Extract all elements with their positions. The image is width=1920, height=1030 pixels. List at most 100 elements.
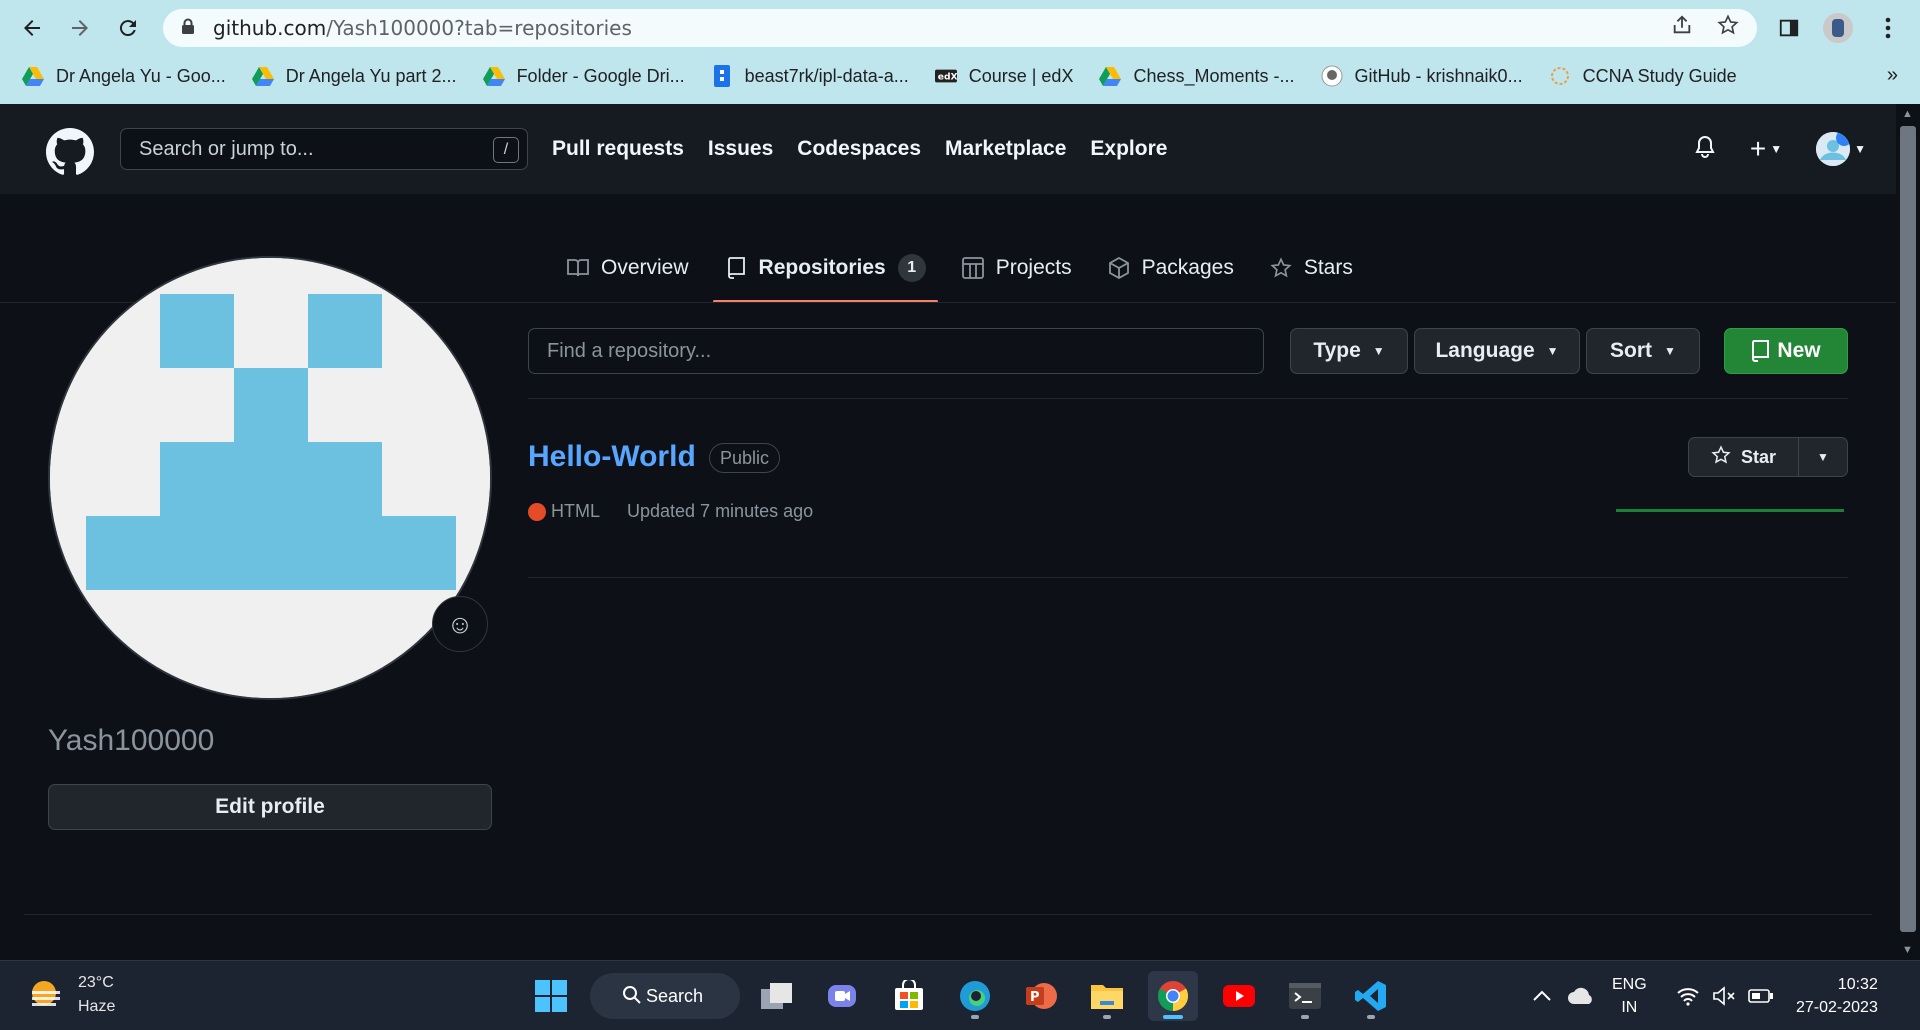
clock[interactable]: 10:32 27-02-2023 (1796, 961, 1878, 1030)
bookmark-item[interactable]: beast7rk/ipl-data-a... (711, 65, 909, 87)
loading-icon (1549, 65, 1571, 87)
reload-button[interactable] (112, 12, 144, 44)
new-repository-button[interactable]: New (1724, 328, 1848, 374)
microsoft-store-button[interactable] (884, 971, 934, 1021)
profile-avatar[interactable] (48, 256, 492, 700)
tab-stars[interactable]: Stars (1258, 245, 1365, 291)
repo-icon (725, 257, 747, 279)
bookmark-item[interactable]: Dr Angela Yu part 2... (251, 65, 457, 87)
bookmark-item[interactable]: GitHub - krishnaik0... (1321, 65, 1523, 87)
edit-profile-button[interactable]: Edit profile (48, 784, 492, 830)
battery-icon[interactable] (1748, 961, 1774, 1030)
star-lists-dropdown[interactable]: ▼ (1799, 450, 1847, 464)
nav-explore[interactable]: Explore (1090, 137, 1167, 161)
tab-repositories[interactable]: Repositories 1 (712, 245, 938, 303)
tab-overview[interactable]: Overview (555, 245, 701, 291)
nav-pull-requests[interactable]: Pull requests (552, 137, 684, 161)
user-menu-dropdown[interactable]: ▼ (1816, 132, 1866, 166)
time-text: 10:32 (1837, 976, 1878, 993)
chrome-button[interactable] (1148, 971, 1198, 1021)
start-button[interactable] (526, 971, 576, 1021)
wifi-icon[interactable] (1676, 961, 1700, 1030)
youtube-button[interactable] (1214, 971, 1264, 1021)
notifications-bell-icon[interactable] (1694, 135, 1716, 164)
more-bookmarks-button[interactable]: » (1887, 64, 1898, 87)
back-button[interactable] (16, 12, 48, 44)
nav-issues[interactable]: Issues (708, 137, 773, 161)
repo-icon (1751, 340, 1770, 362)
file-explorer-button[interactable] (1082, 971, 1132, 1021)
github-logo-icon[interactable] (46, 128, 94, 176)
bookmark-item[interactable]: Folder - Google Dri... (482, 65, 685, 87)
language-indicator[interactable]: ENG IN (1612, 961, 1647, 1030)
star-button-group: Star ▼ (1688, 437, 1848, 477)
project-icon (961, 257, 984, 279)
identicon-image (50, 258, 490, 698)
video-chat-icon (828, 985, 856, 1007)
svg-text:P: P (1030, 990, 1040, 1005)
folder-icon (1091, 985, 1123, 1009)
vscode-icon (1355, 981, 1386, 1011)
vscode-button[interactable] (1346, 971, 1396, 1021)
terminal-button[interactable] (1280, 971, 1330, 1021)
star-button[interactable]: Star (1689, 438, 1799, 476)
caret-down-icon: ▼ (1770, 142, 1783, 156)
profile-avatar-icon[interactable] (1822, 12, 1854, 44)
weather-widget[interactable]: 23°C Haze (26, 971, 115, 1019)
github-top-nav: Pull requests Issues Codespaces Marketpl… (552, 104, 1167, 194)
windows-logo-icon (535, 980, 567, 1012)
caret-down-icon: ▼ (1372, 344, 1385, 358)
address-bar[interactable]: github.com/Yash100000?tab=repositories (163, 9, 1757, 47)
volume-muted-icon[interactable] (1712, 961, 1736, 1030)
show-hidden-icons[interactable] (1532, 961, 1552, 1030)
bookmark-item[interactable]: Dr Angela Yu - Goo... (22, 65, 226, 87)
button-label: Star (1740, 446, 1776, 467)
scroll-up-arrow-icon[interactable]: ▲ (1902, 108, 1913, 120)
set-status-button[interactable]: ☺ (432, 596, 488, 652)
bookmark-item[interactable]: CCNA Study Guide (1549, 65, 1737, 87)
nav-codespaces[interactable]: Codespaces (797, 137, 921, 161)
onedrive-icon[interactable] (1567, 961, 1595, 1030)
type-filter-button[interactable]: Type ▼ (1290, 328, 1408, 374)
book-icon (567, 257, 589, 279)
powerpoint-button[interactable]: P (1016, 971, 1066, 1021)
edx-icon: edX (934, 65, 957, 87)
store-icon (895, 980, 923, 1010)
smiley-icon: ☺ (446, 608, 474, 639)
date-text: 27-02-2023 (1796, 999, 1878, 1016)
task-view-button[interactable] (752, 971, 802, 1021)
bookmark-item[interactable]: edX Course | edX (934, 65, 1073, 87)
bookmark-item[interactable]: Chess_Moments -... (1099, 65, 1295, 87)
side-panel-icon[interactable] (1773, 12, 1805, 44)
powerpoint-icon: P (1026, 983, 1057, 1009)
bookmark-star-icon[interactable] (1717, 14, 1739, 42)
repo-language: HTML (551, 501, 600, 521)
region-code: IN (1621, 999, 1638, 1016)
page-scrollbar[interactable]: ▲ ▼ (1896, 104, 1920, 960)
find-repository-input[interactable] (528, 328, 1264, 374)
scrollbar-thumb[interactable] (1900, 126, 1916, 932)
running-indicator (1103, 1015, 1111, 1019)
menu-kebab-icon[interactable] (1872, 12, 1904, 44)
github-search-input[interactable]: Search or jump to... / (120, 128, 528, 170)
sort-button[interactable]: Sort ▼ (1586, 328, 1700, 374)
repo-name-link[interactable]: Hello-World (528, 440, 696, 474)
share-icon[interactable] (1671, 14, 1693, 42)
google-drive-icon (22, 65, 44, 87)
doc-icon (711, 65, 733, 87)
google-drive-icon (251, 65, 274, 87)
running-indicator (1301, 1015, 1309, 1019)
taskbar-search[interactable]: Search (590, 973, 740, 1019)
create-new-dropdown[interactable]: + ▼ (1750, 133, 1782, 165)
repo-count-badge: 1 (897, 254, 926, 282)
button-label: Sort (1610, 339, 1653, 362)
teams-chat-button[interactable] (818, 971, 868, 1021)
nav-marketplace[interactable]: Marketplace (945, 137, 1066, 161)
google-drive-icon (482, 65, 505, 87)
tab-projects[interactable]: Projects (950, 245, 1084, 291)
forward-button[interactable] (64, 12, 96, 44)
language-filter-button[interactable]: Language ▼ (1414, 328, 1580, 374)
edge-browser-button[interactable] (950, 971, 1000, 1021)
tab-packages[interactable]: Packages (1096, 245, 1246, 291)
scroll-down-arrow-icon[interactable]: ▼ (1902, 944, 1913, 956)
